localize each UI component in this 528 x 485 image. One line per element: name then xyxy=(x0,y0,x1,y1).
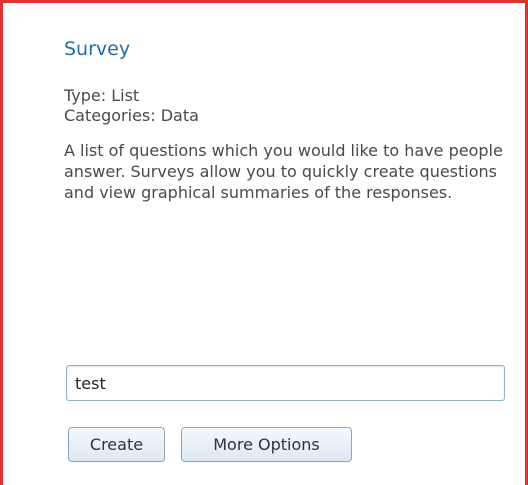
create-button[interactable]: Create xyxy=(68,427,165,462)
template-categories: Categories: Data xyxy=(64,106,199,125)
template-title: Survey xyxy=(64,38,131,60)
template-details-frame: Survey Type: List Categories: Data A lis… xyxy=(0,0,528,485)
name-input[interactable] xyxy=(66,365,505,401)
template-description: A list of questions which you would like… xyxy=(64,141,503,202)
template-type: Type: List xyxy=(64,86,140,105)
template-details-panel: Survey Type: List Categories: Data A lis… xyxy=(64,37,514,203)
template-meta: Type: List Categories: Data xyxy=(64,86,514,126)
more-options-button[interactable]: More Options xyxy=(181,427,352,462)
